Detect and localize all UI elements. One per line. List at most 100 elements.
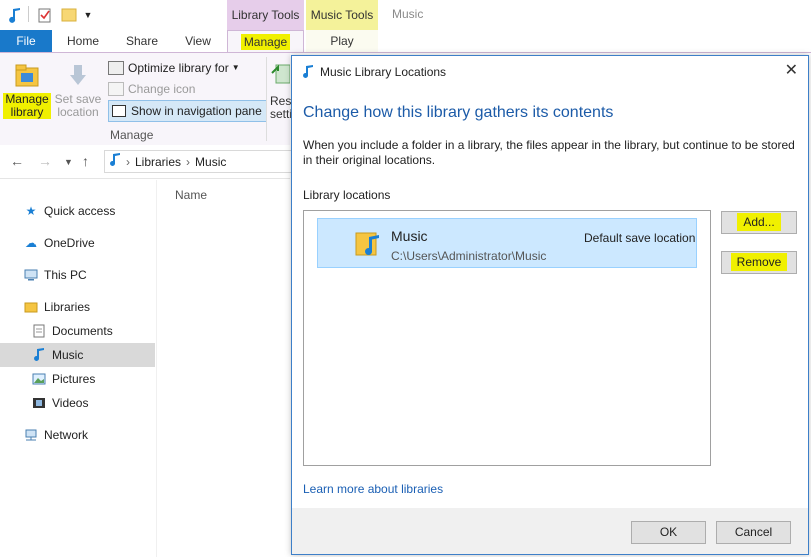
up-arrow-icon[interactable]: ↑ [82,153,89,169]
cloud-icon: ☁ [25,236,37,250]
reset-settings-label: Reset settings [270,94,292,121]
nav-item-label: Libraries [44,300,91,314]
nav-item-label: Documents [52,324,113,338]
dialog-heading: Change how this library gathers its cont… [303,104,614,121]
remove-button[interactable]: Remove [721,251,797,274]
videos-icon [30,397,48,409]
tab-share[interactable]: Share [114,30,170,52]
breadcrumb-separator: › [126,154,130,169]
show-in-nav-pane-button[interactable]: Show in navigation pane [108,100,267,122]
ribbon-tabs: File Home Share View Manage Play [0,30,811,52]
remove-button-label: Remove [730,253,788,271]
reset-settings-button[interactable]: Reset settings [270,61,292,121]
nav-item-network[interactable]: Network [22,423,88,447]
manage-library-label: Manage library [3,93,51,119]
ok-button[interactable]: OK [631,521,706,544]
set-save-location-label: Set save location [54,92,102,119]
nav-item-videos[interactable]: Videos [30,391,88,415]
navigation-pane: ★ Quick access ☁ OneDrive This PC Librarie… [0,180,157,557]
tab-file[interactable]: File [0,30,52,52]
music-app-icon [6,6,24,24]
new-folder-icon[interactable] [60,6,78,24]
tab-manage[interactable]: Manage [227,30,304,52]
library-locations-label: Library locations [303,188,391,202]
manage-library-button[interactable]: Manage library [3,61,51,119]
nav-item-onedrive[interactable]: ☁ OneDrive [22,231,95,255]
reset-icon [270,61,291,89]
nav-item-documents[interactable]: Documents [30,319,113,343]
show-in-nav-pane-label: Show in navigation pane [131,104,262,118]
optimize-label: Optimize library for [128,61,229,75]
music-library-icon [109,153,121,170]
close-icon[interactable]: ✕ [785,62,798,80]
library-icon [13,61,41,89]
back-arrow-icon[interactable]: ← [10,153,24,169]
music-library-locations-dialog: Music Library Locations ✕ Change how thi… [291,55,809,555]
music-library-icon [302,64,314,79]
contextual-tab-music-tools: Music Tools [306,0,378,30]
default-save-location-label: Default save location [584,231,696,245]
nav-item-music[interactable]: Music [0,343,155,367]
column-header-name[interactable]: Name [175,188,207,202]
dialog-title: Music Library Locations [320,64,447,79]
address-field[interactable]: › Libraries › Music [104,150,294,173]
change-icon-button[interactable]: Change icon [108,79,195,99]
dialog-description: When you include a folder in a library, … [303,138,795,167]
library-locations-list[interactable]: Music C:\Users\Administrator\Music Defau… [303,210,711,466]
ribbon-group-label: Manage [110,128,154,142]
nav-item-pictures[interactable]: Pictures [30,367,95,391]
nav-item-label: Videos [52,396,89,410]
nav-item-label: This PC [44,268,87,282]
change-icon-icon [108,82,124,96]
add-button[interactable]: Add... [721,211,797,234]
nav-item-label: Network [44,428,89,442]
computer-icon [22,269,40,281]
documents-icon [30,324,48,338]
learn-more-link[interactable]: Learn more about libraries [303,482,443,496]
window-title: Music [392,7,424,21]
nav-item-quick-access[interactable]: ★ Quick access [22,199,116,223]
optimize-library-button[interactable]: Optimize library for ▼ [108,58,240,78]
breadcrumb-libraries[interactable]: Libraries [135,155,181,169]
dialog-title-bar: Music Library Locations ✕ [292,56,808,87]
chevron-down-icon: ▼ [231,63,240,72]
separator [28,6,29,22]
tab-view[interactable]: View [170,30,226,52]
breadcrumb-music[interactable]: Music [195,155,226,169]
tab-manage-label: Manage [240,34,291,50]
save-location-icon [64,61,92,89]
music-folder-icon [354,227,382,262]
nav-item-label: Music [52,348,84,362]
forward-arrow-icon[interactable]: → [38,153,52,169]
breadcrumb-separator: › [186,154,191,169]
separator [266,57,267,141]
address-bar: ← → ▼ ↑ › Libraries › Music [0,145,294,179]
nav-item-label: OneDrive [44,236,95,250]
optimize-icon [108,61,124,75]
title-bar: ▼ Library Tools Music Tools Music [0,0,811,30]
nav-pane-icon [112,105,126,117]
nav-item-libraries[interactable]: Libraries [22,295,90,319]
set-save-location-button[interactable]: Set save location [52,61,104,119]
libraries-folder-icon [22,301,40,313]
change-icon-label: Change icon [128,82,196,96]
add-button-label: Add... [737,213,781,231]
location-path: C:\Users\Administrator\Music [391,249,547,263]
ribbon-body: Manage library Set save location Optimiz… [0,53,292,145]
contextual-tab-library-tools: Library Tools [227,0,304,30]
tab-play[interactable]: Play [306,30,378,52]
star-icon: ★ [25,204,37,218]
properties-icon[interactable] [36,6,54,24]
list-item[interactable]: Music C:\Users\Administrator\Music Defau… [317,218,697,268]
customize-toolbar-icon[interactable]: ▼ [82,6,94,24]
network-icon [22,429,40,441]
nav-item-this-pc[interactable]: This PC [22,263,87,287]
location-name: Music [391,228,428,244]
nav-item-label: Pictures [52,372,96,386]
cancel-button[interactable]: Cancel [716,521,791,544]
pictures-icon [30,373,48,385]
tab-home[interactable]: Home [52,30,114,52]
music-note-icon [30,348,48,362]
recent-locations-icon[interactable]: ▼ [64,157,73,167]
nav-item-label: Quick access [44,204,116,218]
